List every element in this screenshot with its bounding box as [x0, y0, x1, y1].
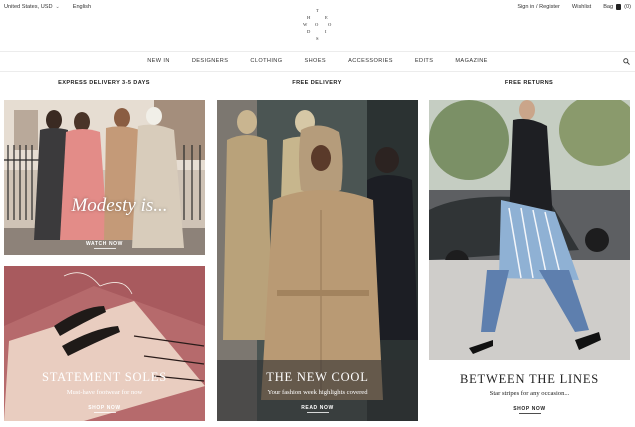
watch-now-label: WATCH NOW	[86, 241, 123, 247]
top-bar: United States, USD ⌄ English T H E W O O…	[0, 0, 635, 50]
usp-free-delivery: FREE DELIVERY	[292, 80, 342, 86]
read-now-link[interactable]: READ NOW	[217, 405, 418, 413]
read-now-label: READ NOW	[301, 405, 334, 411]
nav-item-accessories[interactable]: ACCESSORIES	[337, 58, 404, 64]
soles-subtitle: Must-have footwear for now	[66, 389, 143, 396]
nav-item-edits[interactable]: EDITS	[404, 58, 444, 64]
lines-title: BETWEEN THE LINES	[459, 372, 600, 386]
logo-letter: E	[325, 15, 328, 20]
logo-letter: I	[325, 29, 327, 34]
nav-item-shoes[interactable]: SHOES	[293, 58, 337, 64]
wishlist-link[interactable]: Wishlist	[572, 4, 591, 10]
currency-label: United States, USD	[4, 4, 53, 10]
lines-subtitle: Star stripes for any occasion...	[489, 390, 570, 397]
bag-icon	[616, 4, 622, 10]
main-nav: NEW IN DESIGNERS CLOTHING SHOES ACCESSOR…	[0, 51, 635, 72]
tile-between-the-lines[interactable]: BETWEEN THE LINES Star stripes for any o…	[429, 100, 630, 421]
logo-letter: O	[315, 22, 319, 27]
bag-label: Bag	[603, 4, 614, 10]
logo-letter: T	[316, 8, 319, 13]
logo-letter: O	[328, 22, 332, 27]
currency-selector[interactable]: United States, USD ⌄	[4, 4, 60, 10]
tile-statement-soles[interactable]: STATEMENT SOLES Must-have footwear for n…	[4, 266, 205, 421]
shop-now-label: SHOP NOW	[513, 406, 546, 412]
cta-underline	[93, 248, 116, 249]
language-selector[interactable]: English	[73, 4, 91, 10]
logo-letter: H	[307, 15, 311, 20]
cool-subtitle: Your fashion week highlights covered	[267, 389, 368, 396]
cool-title: THE NEW COOL	[266, 370, 369, 384]
cta-underline	[518, 413, 541, 414]
nav-item-magazine[interactable]: MAGAZINE	[444, 58, 498, 64]
bag-button[interactable]: Bag (0)	[603, 4, 631, 10]
soles-shop-now-link[interactable]: SHOP NOW	[4, 405, 205, 413]
modesty-title: Modesty is...	[71, 195, 168, 216]
lines-shop-now-link[interactable]: SHOP NOW	[429, 406, 630, 414]
logo-letter: D	[307, 29, 311, 34]
usp-free-returns: FREE RETURNS	[504, 80, 554, 86]
bag-count: (0)	[624, 4, 631, 10]
usp-express-delivery: EXPRESS DELIVERY 3-5 DAYS	[58, 80, 150, 86]
signin-link[interactable]: Sign in / Register	[517, 4, 560, 10]
soles-title: STATEMENT SOLES	[41, 370, 167, 384]
street-style-photo	[429, 100, 630, 360]
logo-letter: W	[303, 22, 308, 27]
nav-item-designers[interactable]: DESIGNERS	[181, 58, 240, 64]
shop-now-label: SHOP NOW	[88, 405, 121, 411]
nav-item-new-in[interactable]: NEW IN	[136, 58, 181, 64]
locale-controls: United States, USD ⌄ English	[4, 4, 91, 10]
tile-the-new-cool[interactable]: THE NEW COOL Your fashion week highlight…	[217, 100, 418, 421]
modesty-photo	[4, 100, 205, 255]
logo-letter: S	[316, 36, 319, 41]
watch-now-link[interactable]: WATCH NOW	[4, 241, 205, 249]
cta-underline	[306, 412, 329, 413]
cta-underline	[93, 412, 116, 413]
soles-photo	[4, 266, 205, 421]
nav-item-clothing[interactable]: CLOTHING	[239, 58, 293, 64]
search-icon[interactable]	[623, 58, 630, 65]
account-controls: Sign in / Register Wishlist Bag (0)	[517, 4, 631, 10]
tile-modesty[interactable]: Modesty is... WATCH NOW	[4, 100, 205, 255]
site-logo[interactable]: T H E W O O D I S	[297, 8, 337, 42]
chevron-down-icon: ⌄	[55, 4, 60, 10]
